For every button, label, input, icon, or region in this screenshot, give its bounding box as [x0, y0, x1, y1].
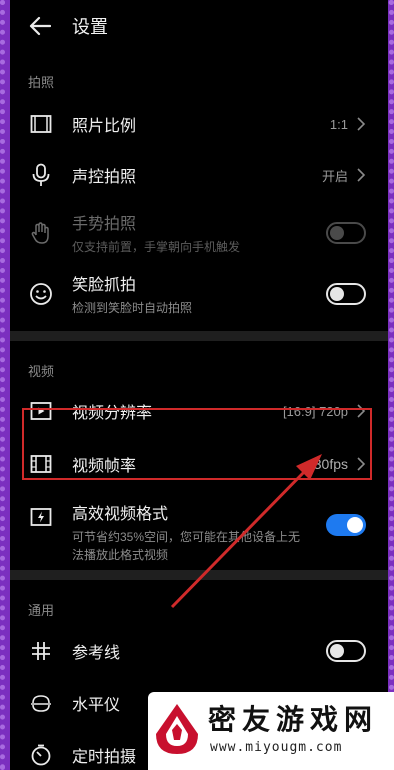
grid-lines-toggle[interactable]: [326, 640, 366, 662]
section-title-video: 视频: [28, 364, 55, 379]
timer-icon: [28, 742, 54, 768]
efficient-format-icon: [28, 504, 54, 530]
efficient-format-toggle[interactable]: [326, 514, 366, 536]
hand-gesture-icon: [28, 220, 54, 246]
efficient-format-label: 高效视频格式: [72, 506, 169, 523]
back-arrow-icon: [29, 16, 51, 36]
aspect-ratio-icon: [28, 111, 54, 137]
aspect-ratio-label: 照片比例: [72, 118, 137, 135]
grid-lines-label: 参考线: [72, 645, 121, 662]
setting-gesture-capture: 手势拍照 仅支持前置，手掌朝向手机触发: [10, 203, 388, 263]
section-divider: [10, 570, 388, 580]
chevron-right-icon: [357, 168, 366, 182]
top-bar: 设置: [10, 0, 388, 52]
level-icon: [28, 690, 54, 716]
smile-capture-toggle[interactable]: [326, 283, 366, 305]
smile-icon: [28, 281, 54, 307]
camera-settings-screen: 设置 拍照 照片比例 1:1 声控拍照 开启 手势拍照 仅支持前置，手掌朝向手机…: [10, 0, 388, 770]
setting-voice-capture[interactable]: 声控拍照 开启: [10, 147, 388, 203]
voice-capture-value: 开启: [321, 168, 348, 184]
back-button[interactable]: [26, 12, 54, 40]
section-title-photo: 拍照: [28, 75, 55, 90]
gesture-capture-label: 手势拍照: [72, 216, 137, 233]
site-logo-icon: [156, 704, 198, 754]
frame-rate-highlight-box: [22, 408, 372, 480]
section-title-general: 通用: [28, 603, 55, 618]
voice-capture-label: 声控拍照: [72, 169, 137, 186]
setting-smile-capture[interactable]: 笑脸抓拍 检测到笑脸时自动拍照: [10, 263, 388, 325]
section-divider: [10, 331, 388, 341]
gesture-capture-description: 仅支持前置，手掌朝向手机触发: [72, 240, 241, 254]
site-watermark: 密友游戏网 www.miyougm.com: [148, 692, 394, 770]
watermark-url: www.miyougm.com: [210, 740, 343, 755]
smile-capture-description: 检测到笑脸时自动拍照: [72, 301, 193, 315]
smile-capture-label: 笑脸抓拍: [72, 277, 137, 294]
aspect-ratio-value: 1:1: [329, 116, 348, 132]
setting-grid-lines[interactable]: 参考线: [10, 625, 388, 677]
microphone-icon: [28, 162, 54, 188]
gesture-capture-toggle: [326, 222, 366, 244]
watermark-title: 密友游戏网: [208, 704, 379, 735]
grid-hash-icon: [28, 638, 54, 664]
chevron-right-icon: [357, 117, 366, 131]
page-title: 设置: [72, 17, 108, 37]
setting-aspect-ratio[interactable]: 照片比例 1:1: [10, 101, 388, 147]
setting-efficient-video-format[interactable]: 高效视频格式 可节省约35%空间，您可能在其他设备上无法播放此格式视频: [10, 492, 388, 570]
efficient-format-description: 可节省约35%空间，您可能在其他设备上无法播放此格式视频: [72, 530, 301, 562]
